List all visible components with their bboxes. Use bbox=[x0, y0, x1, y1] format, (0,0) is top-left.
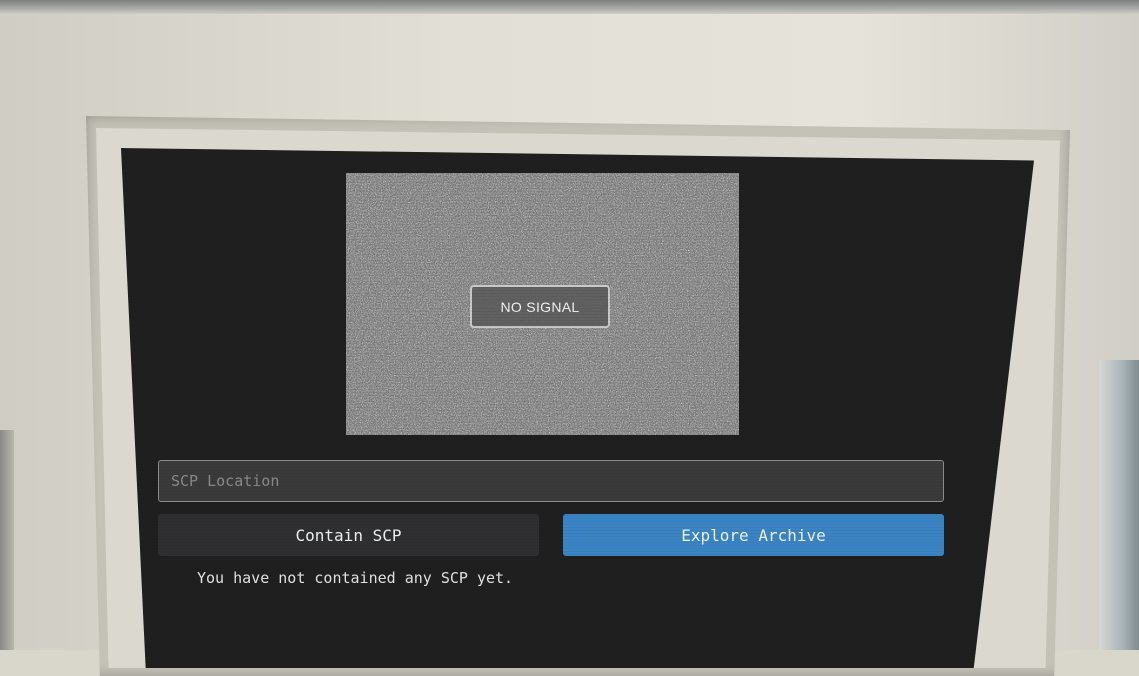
explore-archive-button[interactable]: Explore Archive bbox=[563, 514, 944, 556]
background-right-edge bbox=[1099, 360, 1139, 650]
no-signal-badge: NO SIGNAL bbox=[470, 285, 610, 328]
background-left-edge bbox=[0, 430, 14, 650]
containment-status-text: You have not contained any SCP yet. bbox=[197, 569, 514, 587]
background-top-edge bbox=[0, 0, 1139, 14]
camera-feed: NO SIGNAL bbox=[346, 173, 739, 435]
contain-scp-button[interactable]: Contain SCP bbox=[158, 514, 539, 556]
scp-location-input[interactable] bbox=[158, 460, 944, 502]
